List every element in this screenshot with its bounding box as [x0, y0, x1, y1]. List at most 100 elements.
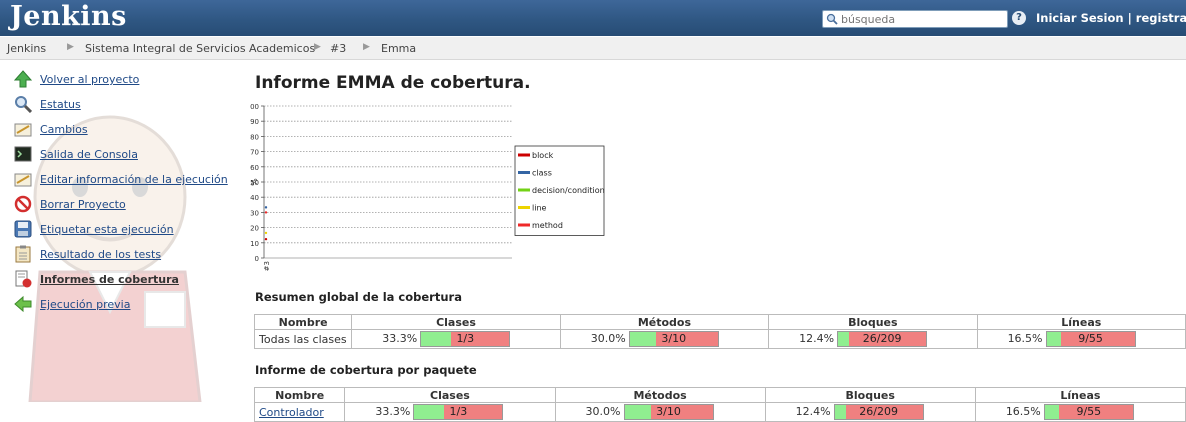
y-tick-label: 20 — [250, 225, 259, 233]
y-tick-label: 100 — [250, 103, 259, 111]
sidebar-item-label[interactable]: Informes de cobertura — [40, 273, 179, 286]
coverage-ratio: 1/3 — [449, 405, 468, 418]
x-tick-label: #3 — [263, 261, 271, 271]
y-tick-label: 30 — [250, 209, 259, 217]
y-tick-label: 10 — [250, 240, 259, 248]
column-header: Bloques — [768, 314, 978, 330]
terminal-icon — [14, 146, 32, 162]
table-header-row: Nombre Clases Métodos Bloques Líneas — [253, 387, 1186, 403]
y-tick-label: 70 — [250, 149, 259, 157]
up-arrow-icon — [14, 70, 32, 88]
coverage-bar: 3/10 — [623, 404, 714, 420]
table-body: Todas las clases 33.3% 1/3 30.0% 3/10 12.4% 26… — [253, 329, 1186, 349]
sidebar-item-label[interactable]: Ejecución previa — [40, 298, 130, 311]
y-tick-label: 80 — [250, 133, 259, 141]
legend-label: line — [532, 204, 547, 213]
coverage-bar: 26/209 — [837, 331, 928, 347]
breadcrumb-separator-icon: ▶ — [67, 42, 74, 52]
data-point — [264, 231, 268, 235]
column-header: Líneas — [974, 387, 1186, 403]
breadcrumb-item-build[interactable]: #3 — [330, 42, 346, 55]
legend-label: method — [532, 221, 563, 230]
table-row: Controlador 33.3% 1/3 30.0% 3/10 12.4% 26/209 1… — [253, 402, 1186, 422]
summary-section-title: Resumen global de la cobertura — [255, 290, 462, 304]
sidebar-item-label[interactable]: Resultado de los tests — [40, 248, 161, 261]
coverage-percent: 33.3% — [382, 332, 418, 345]
legend-label: decision/condition — [532, 186, 605, 195]
breadcrumb-item-emma[interactable]: Emma — [381, 42, 416, 55]
column-header: Métodos — [559, 314, 770, 330]
column-header: Clases — [344, 387, 556, 403]
sidebar-item-label[interactable]: Borrar Proyecto — [40, 198, 126, 211]
column-header: Métodos — [554, 387, 766, 403]
coverage-cell: 12.4% 26/209 — [764, 402, 976, 422]
sidebar-item-label[interactable]: Estatus — [40, 98, 81, 111]
coverage-bar: 1/3 — [420, 331, 511, 347]
table-header-row: Nombre Clases Métodos Bloques Líneas — [253, 314, 1186, 330]
coverage-cell: 33.3% 1/3 — [351, 329, 561, 349]
coverage-percent: 16.5% — [1005, 405, 1041, 418]
summary-table: Nombre Clases Métodos Bloques Líneas Todas l… — [253, 314, 1186, 349]
name-cell: Todas las clases — [253, 329, 353, 349]
sidebar-item-label[interactable]: Editar información de la ejecución — [40, 173, 228, 186]
search-icon — [826, 13, 838, 25]
coverage-cell: 16.5% 9/55 — [974, 402, 1186, 422]
column-header: Nombre — [253, 314, 353, 330]
coverage-ratio: 3/10 — [656, 405, 681, 418]
login-area: Iniciar Sesion | registrarse — [1036, 11, 1186, 25]
column-header: Líneas — [976, 314, 1186, 330]
search-box[interactable] — [822, 10, 1008, 28]
register-link[interactable]: registrarse — [1136, 11, 1186, 25]
coverage-cell: 30.0% 3/10 — [559, 329, 770, 349]
table-row: Todas las clases 33.3% 1/3 30.0% 3/10 12.4% 26… — [253, 329, 1186, 349]
coverage-bar: 26/209 — [833, 404, 924, 420]
data-point — [264, 211, 268, 214]
clipboard-icon — [15, 245, 31, 263]
package-table: Nombre Clases Métodos Bloques Líneas Control… — [253, 387, 1186, 422]
login-separator: | — [1127, 11, 1132, 25]
sidebar-item-label[interactable]: Cambios — [40, 123, 88, 136]
jenkins-logo[interactable]: Jenkins — [10, 1, 127, 32]
coverage-ratio: 9/55 — [1076, 405, 1102, 418]
breadcrumb: Jenkins ▶ Sistema Integral de Servicios … — [0, 37, 1186, 60]
table-body: Controlador 33.3% 1/3 30.0% 3/10 12.4% 26/209 1… — [253, 402, 1186, 422]
y-tick-label: 60 — [250, 164, 259, 172]
data-point — [264, 237, 268, 241]
magnifier-icon — [15, 96, 32, 113]
save-icon — [14, 220, 32, 238]
coverage-ratio: 1/3 — [456, 332, 475, 345]
coverage-percent: 30.0% — [590, 332, 626, 345]
column-header: Clases — [351, 314, 561, 330]
left-arrow-icon — [14, 295, 32, 313]
help-icon[interactable]: ? — [1012, 11, 1026, 25]
data-point — [264, 206, 268, 209]
coverage-percent: 12.4% — [795, 405, 831, 418]
breadcrumb-separator-icon: ▶ — [363, 42, 370, 52]
y-axis-label: % — [250, 178, 259, 186]
coverage-cell: 12.4% 26/209 — [768, 329, 978, 349]
sidebar-item-label[interactable]: Etiquetar esta ejecución — [40, 223, 174, 236]
coverage-bar: 9/55 — [1045, 331, 1136, 347]
sidebar-item-label[interactable]: Salida de Consola — [40, 148, 138, 161]
coverage-report-icon — [15, 270, 32, 288]
y-tick-label: 40 — [250, 194, 259, 202]
search-input[interactable] — [841, 11, 1001, 27]
top-header: Jenkins ? Iniciar Sesion | registrarse — [0, 0, 1186, 36]
login-link[interactable]: Iniciar Sesion — [1036, 11, 1124, 25]
coverage-cell: 30.0% 3/10 — [554, 402, 766, 422]
breadcrumb-item-jenkins[interactable]: Jenkins — [7, 42, 46, 55]
coverage-ratio: 9/55 — [1078, 332, 1103, 345]
y-tick-label: 90 — [250, 118, 259, 126]
breadcrumb-item-project[interactable]: Sistema Integral de Servicios Academicos — [85, 42, 315, 55]
column-header: Bloques — [764, 387, 976, 403]
coverage-percent: 12.4% — [799, 332, 835, 345]
sidebar-item-label[interactable]: Volver al proyecto — [40, 73, 139, 86]
package-link[interactable]: Controlador — [259, 406, 324, 419]
package-section-title: Informe de cobertura por paquete — [255, 363, 477, 377]
legend-label: class — [532, 169, 552, 178]
coverage-percent: 30.0% — [585, 405, 621, 418]
legend-label: block — [532, 151, 554, 160]
y-tick-label: 0 — [255, 255, 259, 263]
coverage-ratio: 26/209 — [859, 405, 898, 418]
sidebar: Volver al proyecto Estatus Cambios Salid… — [0, 62, 232, 421]
